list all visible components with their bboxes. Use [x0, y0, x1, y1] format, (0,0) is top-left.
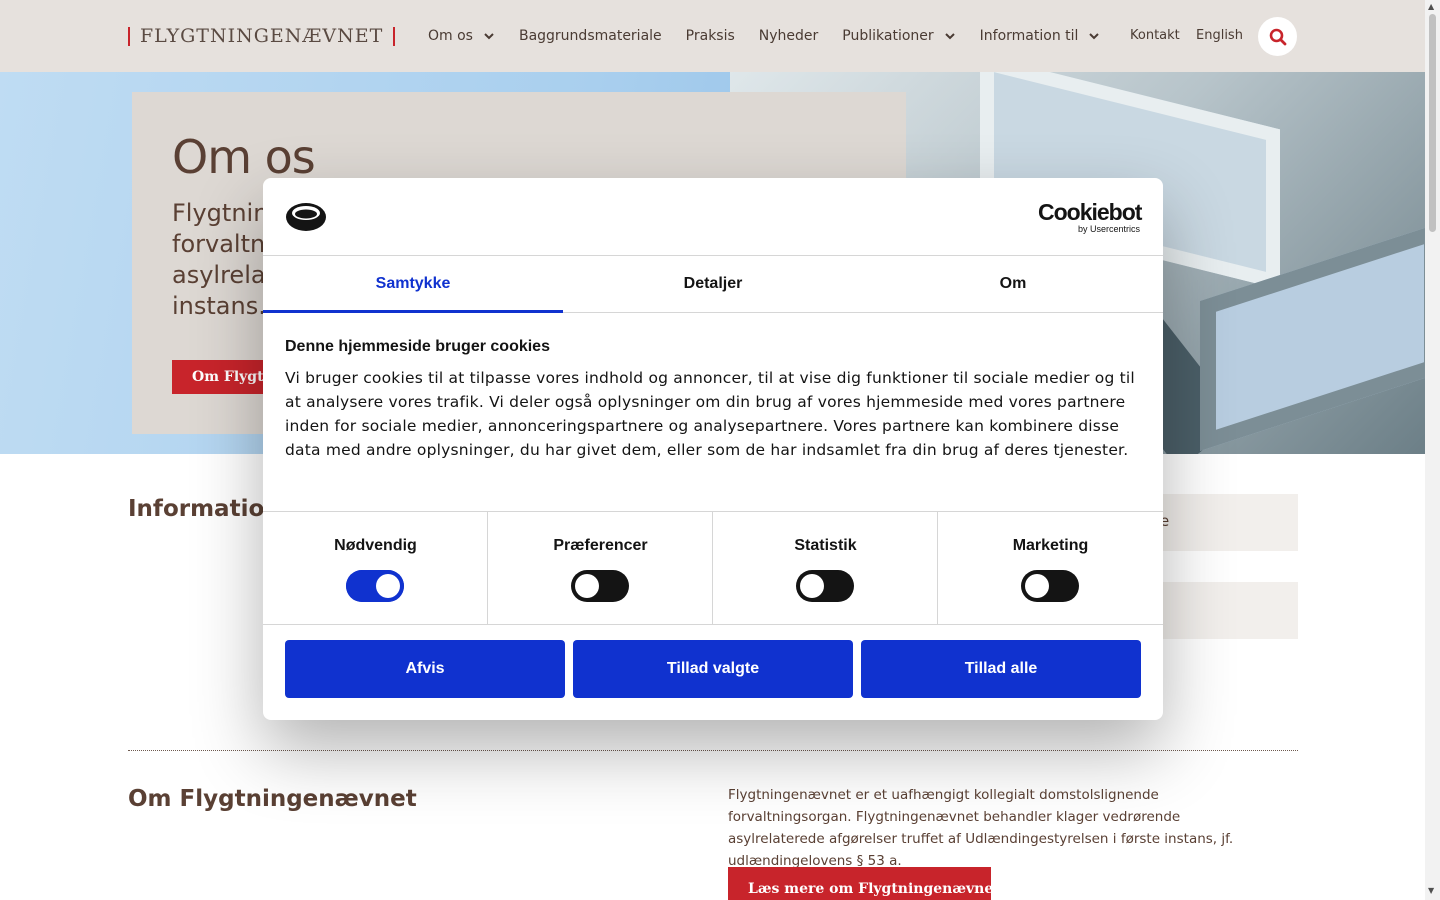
page-scrollbar[interactable]: ▲ ▼	[1425, 0, 1440, 900]
chevron-down-icon	[1089, 33, 1100, 40]
cookie-dialog-tabs: Samtykke Detaljer Om	[263, 256, 1163, 313]
about-read-more-button[interactable]: Læs mere om Flygtningenævnet	[728, 867, 1000, 900]
logo-text: FLYGTNINGENÆVNET	[140, 25, 384, 47]
cookie-category-toggles: Nødvendig Præferencer Statistik Marketin…	[263, 511, 1163, 625]
toggle-group-statistik: Statistik	[713, 512, 938, 624]
nav-item-praksis[interactable]: Praksis	[686, 28, 735, 44]
toggle-label: Nødvendig	[334, 537, 417, 554]
nav-item-publikationer[interactable]: Publikationer	[842, 28, 955, 44]
toggle-group-marketing: Marketing	[938, 512, 1163, 624]
language-link[interactable]: English	[1196, 28, 1243, 43]
cookie-consent-dialog: Cookiebot by Usercentrics Samtykke Detal…	[263, 178, 1163, 720]
cookiebot-brand-name: Cookiebot	[1038, 199, 1142, 225]
toggle-knob	[1025, 574, 1049, 598]
cookiebot-brand-sub: by Usercentrics	[1077, 224, 1140, 234]
site-header: FLYGTNINGENÆVNET Om os Baggrundsmaterial…	[0, 0, 1425, 72]
chevron-down-icon	[484, 33, 494, 40]
toggle-knob	[800, 574, 824, 598]
nav-item-label: Praksis	[685, 28, 735, 44]
toggle-marketing[interactable]	[1021, 570, 1079, 602]
nav-item-label: Information til	[979, 28, 1079, 44]
allow-all-button[interactable]: Tillad alle	[861, 640, 1141, 698]
scroll-down-arrow-icon[interactable]: ▼	[1428, 886, 1434, 895]
toggle-label: Præferencer	[553, 537, 648, 554]
section-divider	[128, 750, 1298, 751]
cookie-dialog-text: Vi bruger cookies til at tilpasse vores …	[285, 369, 1135, 459]
tab-detaljer[interactable]: Detaljer	[563, 256, 863, 312]
cookie-dialog-buttons: Afvis Tillad valgte Tillad alle	[285, 640, 1141, 698]
scroll-up-arrow-icon[interactable]: ▲	[1428, 2, 1434, 11]
reject-button[interactable]: Afvis	[285, 640, 565, 698]
toggle-label: Marketing	[1012, 537, 1089, 554]
site-logo[interactable]: FLYGTNINGENÆVNET	[128, 25, 396, 47]
scrollbar-thumb[interactable]	[1429, 14, 1436, 232]
cookie-dialog-header: Cookiebot by Usercentrics	[263, 178, 1163, 256]
nav-item-baggrundsmateriale[interactable]: Baggrundsmateriale	[519, 28, 662, 44]
about-heading: Om Flygtningenævnet	[128, 786, 417, 812]
toggle-knob	[376, 574, 400, 598]
tab-om[interactable]: Om	[863, 256, 1163, 312]
nav-item-information-til[interactable]: Information til	[980, 28, 1101, 44]
tab-samtykke[interactable]: Samtykke	[263, 256, 563, 313]
page-title: Om os	[172, 130, 316, 184]
cookie-dialog-title: Denne hjemmeside bruger cookies	[285, 338, 550, 355]
toggle-statistik[interactable]	[796, 570, 854, 602]
nav-item-label: Baggrundsmateriale	[518, 28, 662, 44]
chevron-down-icon	[944, 33, 955, 40]
logo-bar-right	[393, 26, 396, 46]
toggle-nodvendig[interactable]	[346, 570, 404, 602]
main-nav: Om os Baggrundsmateriale Praksis Nyheder…	[428, 0, 1124, 72]
nav-item-label: Om os	[428, 28, 473, 44]
toggle-label: Statistik	[794, 537, 857, 554]
about-text: Flygtningenævnet er et uafhængigt kolleg…	[728, 787, 1234, 869]
contact-link[interactable]: Kontakt	[1130, 28, 1180, 43]
toggle-praeferencer[interactable]	[571, 570, 629, 602]
cookie-dialog-body: Denne hjemmeside bruger cookies Vi bruge…	[285, 338, 1145, 462]
allow-selected-button[interactable]: Tillad valgte	[573, 640, 853, 698]
nav-item-label: Nyheder	[758, 28, 819, 44]
toggle-group-praeferencer: Præferencer	[488, 512, 713, 624]
nav-item-nyheder[interactable]: Nyheder	[759, 28, 819, 44]
nav-item-om-os[interactable]: Om os	[428, 28, 495, 44]
toggle-knob	[575, 574, 599, 598]
nav-item-label: Publikationer	[842, 28, 934, 44]
search-icon	[1269, 28, 1286, 45]
cookiebot-brand[interactable]: Cookiebot by Usercentrics	[1038, 199, 1142, 234]
toggle-group-nodvendig: Nødvendig	[263, 512, 488, 624]
search-button[interactable]	[1258, 17, 1297, 56]
cookiebot-logo-icon	[286, 203, 326, 231]
